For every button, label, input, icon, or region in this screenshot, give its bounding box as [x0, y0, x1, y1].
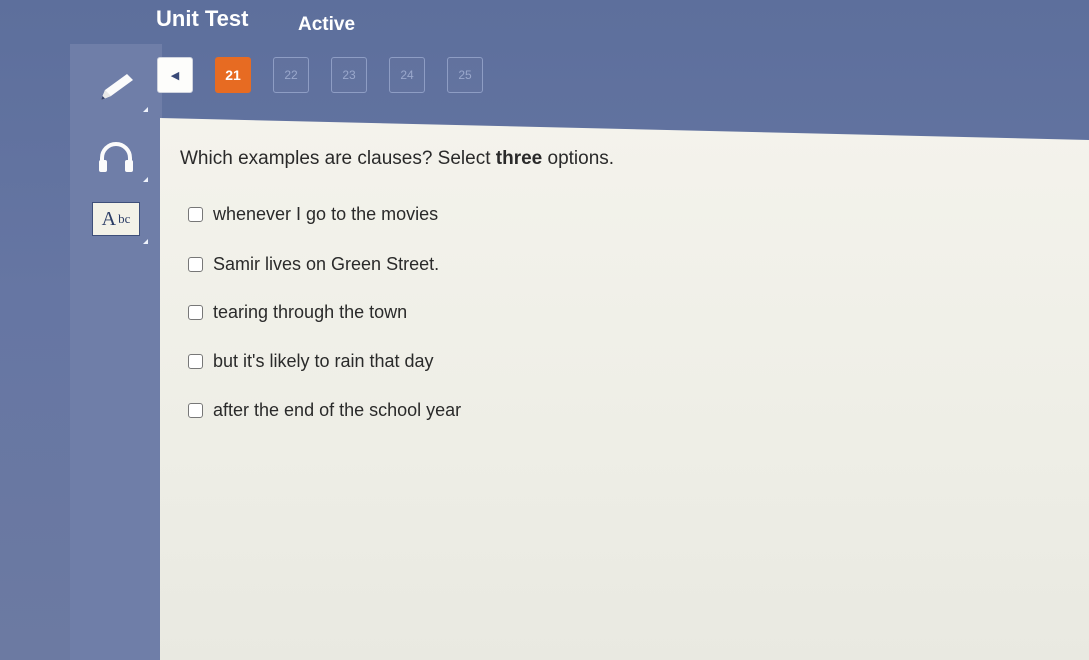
question-prefix: Which examples are clauses? Select [180, 148, 496, 169]
question-text: Which examples are clauses? Select three… [180, 148, 614, 170]
abc-icon-letters-bc: bc [118, 211, 131, 226]
checkbox[interactable] [188, 207, 203, 222]
question-suffix: options. [542, 148, 615, 169]
headphones-icon [99, 142, 133, 172]
option-label: Samir lives on Green Street. [213, 254, 440, 274]
question-21-button[interactable]: 21 [215, 57, 251, 93]
answer-option-3[interactable]: tearing through the town [188, 302, 407, 323]
abc-icon-letter-a: A [101, 207, 117, 230]
option-label: whenever I go to the movies [213, 204, 439, 224]
question-22-button[interactable]: 22 [273, 57, 309, 93]
test-status: Active [298, 14, 356, 35]
option-label: tearing through the town [213, 302, 408, 322]
question-24-button[interactable]: 24 [389, 57, 425, 93]
answer-option-2[interactable]: Samir lives on Green Street. [188, 254, 439, 275]
answer-option-4[interactable]: but it's likely to rain that day [188, 351, 434, 372]
previous-button[interactable]: ◀ [157, 57, 193, 93]
question-navigation: ◀ 21 22 23 24 25 [157, 57, 483, 93]
audio-tool-button[interactable] [70, 126, 162, 188]
tool-menu-indicator [143, 239, 148, 244]
tool-sidebar: A bc [70, 44, 162, 660]
checkbox[interactable] [188, 354, 203, 369]
question-25-button[interactable]: 25 [447, 57, 483, 93]
answer-option-1[interactable]: whenever I go to the movies [188, 204, 438, 225]
question-panel [160, 118, 1089, 660]
tool-menu-indicator [143, 107, 148, 112]
dictionary-tool-button[interactable]: A bc [70, 188, 162, 250]
checkbox[interactable] [188, 305, 203, 320]
tool-menu-indicator [143, 177, 148, 182]
answer-option-5[interactable]: after the end of the school year [188, 400, 461, 421]
abc-icon: A bc [92, 202, 140, 236]
option-label: but it's likely to rain that day [213, 351, 434, 371]
question-emphasis: three [495, 148, 543, 169]
pencil-tool-button[interactable] [70, 56, 162, 118]
option-label: after the end of the school year [213, 400, 462, 420]
question-23-button[interactable]: 23 [331, 57, 367, 93]
pencil-icon [101, 74, 133, 100]
header-title: Unit Test [156, 6, 249, 31]
checkbox[interactable] [188, 403, 203, 418]
arrow-left-icon: ◀ [170, 69, 180, 82]
checkbox[interactable] [188, 257, 203, 272]
